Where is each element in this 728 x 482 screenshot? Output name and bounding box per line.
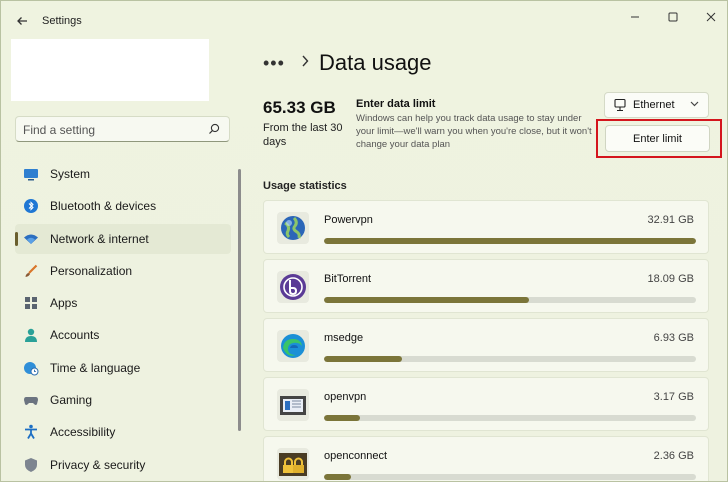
breadcrumb: ••• Data usage xyxy=(263,49,432,77)
sidebar-item-accounts[interactable]: Accounts xyxy=(15,320,231,350)
sidebar-item-label: Accounts xyxy=(50,328,100,343)
app-name: BitTorrent xyxy=(324,273,372,285)
total-usage-value: 65.33 GB xyxy=(263,98,336,117)
search-icon[interactable] xyxy=(207,122,221,136)
title-bar: Settings xyxy=(1,1,727,39)
sidebar-item-label: Personalization xyxy=(50,263,133,278)
sidebar-item-apps[interactable]: Apps xyxy=(15,288,231,318)
sidebar-scrollbar[interactable] xyxy=(238,169,241,431)
app-name: msedge xyxy=(324,332,364,344)
sidebar-item-label: Gaming xyxy=(50,393,93,408)
sidebar-item-personalization[interactable]: Personalization xyxy=(15,256,231,286)
sidebar-item-accessibility[interactable]: Accessibility xyxy=(15,417,231,447)
network-adapter-dropdown[interactable]: Ethernet xyxy=(604,92,709,118)
list-item: msedge 6.93 GB xyxy=(263,318,709,372)
chevron-down-icon xyxy=(690,99,699,110)
network-adapter-value: Ethernet xyxy=(633,99,675,111)
app-data-size: 18.09 GB xyxy=(647,273,694,285)
app-name: openconnect xyxy=(324,450,387,462)
search-box[interactable] xyxy=(15,116,230,142)
usage-bar xyxy=(324,297,696,303)
wifi-icon xyxy=(23,231,39,247)
list-item: Powervpn 32.91 GB xyxy=(263,200,709,254)
usage-bar xyxy=(324,474,696,480)
powervpn-globe-icon xyxy=(277,212,309,244)
edge-icon xyxy=(277,330,309,362)
close-icon xyxy=(706,12,716,22)
bluetooth-icon xyxy=(23,198,39,214)
maximize-button[interactable] xyxy=(653,7,693,27)
app-name: Powervpn xyxy=(324,214,373,226)
back-arrow-icon xyxy=(17,17,27,25)
sidebar-item-label: Apps xyxy=(50,296,78,311)
usage-bar xyxy=(324,356,696,362)
sidebar-item-gaming[interactable]: Gaming xyxy=(15,385,231,415)
usage-bar-fill xyxy=(324,238,696,244)
usage-bar xyxy=(324,415,696,421)
sidebar-item-label: Time & language xyxy=(50,360,141,375)
sidebar-item-label: Privacy & security xyxy=(50,457,146,472)
maximize-icon xyxy=(668,12,678,22)
app-name: openvpn xyxy=(324,391,367,403)
chevron-right-icon xyxy=(301,54,309,72)
back-button[interactable] xyxy=(11,11,33,31)
openconnect-icon xyxy=(277,448,309,480)
app-data-size: 3.17 GB xyxy=(653,391,694,403)
list-item: openvpn 3.17 GB xyxy=(263,377,709,431)
monitor-icon xyxy=(23,166,39,182)
person-icon xyxy=(23,327,39,343)
user-profile-card[interactable] xyxy=(11,39,209,101)
minimize-icon xyxy=(631,16,639,18)
app-title: Settings xyxy=(42,15,82,27)
apps-icon xyxy=(23,295,39,311)
sidebar-item-label: System xyxy=(50,167,91,181)
enter-limit-button[interactable]: Enter limit xyxy=(605,125,710,152)
sidebar-nav: System Bluetooth & devices Network & int… xyxy=(15,159,231,481)
data-limit-title: Enter data limit xyxy=(356,98,436,110)
sidebar-item-privacy[interactable]: Privacy & security xyxy=(15,450,231,480)
app-data-size: 2.36 GB xyxy=(653,450,694,462)
sidebar-item-label: Network & internet xyxy=(50,231,149,246)
usage-statistics-heading: Usage statistics xyxy=(263,180,347,192)
sidebar-item-network[interactable]: Network & internet xyxy=(15,223,231,254)
search-input[interactable] xyxy=(23,121,198,138)
data-limit-description: Windows can help you track data usage to… xyxy=(356,113,592,150)
app-usage-list: Powervpn 32.91 GB BitTorrent 18.09 GB ms xyxy=(263,200,709,481)
page-title: Data usage xyxy=(319,50,432,75)
globe-clock-icon xyxy=(23,360,39,376)
total-usage-period: From the last 30 days xyxy=(263,122,343,148)
list-item: BitTorrent 18.09 GB xyxy=(263,259,709,313)
close-button[interactable] xyxy=(691,7,727,27)
gamepad-icon xyxy=(23,392,39,408)
shield-icon xyxy=(23,457,39,473)
sidebar-item-bluetooth[interactable]: Bluetooth & devices xyxy=(15,191,231,221)
sidebar-item-system[interactable]: System xyxy=(15,159,231,189)
usage-bar xyxy=(324,238,696,244)
breadcrumb-more-button[interactable]: ••• xyxy=(263,53,291,74)
usage-bar-fill xyxy=(324,356,403,362)
settings-window: Settings System Bluetooth xyxy=(0,0,728,482)
list-item: openconnect 2.36 GB xyxy=(263,436,709,481)
usage-bar-fill xyxy=(324,297,529,303)
app-data-size: 32.91 GB xyxy=(647,214,694,226)
sidebar-item-label: Accessibility xyxy=(50,425,116,440)
sidebar-item-time-language[interactable]: Time & language xyxy=(15,353,231,383)
usage-bar-fill xyxy=(324,474,351,480)
usage-bar-fill xyxy=(324,415,360,421)
ethernet-icon xyxy=(614,98,626,112)
app-data-size: 6.93 GB xyxy=(653,332,694,344)
accessibility-icon xyxy=(23,424,39,440)
sidebar-item-label: Bluetooth & devices xyxy=(50,199,157,214)
brush-icon xyxy=(23,263,39,279)
openvpn-icon xyxy=(277,389,309,421)
minimize-button[interactable] xyxy=(615,7,655,27)
bittorrent-icon xyxy=(277,271,309,303)
